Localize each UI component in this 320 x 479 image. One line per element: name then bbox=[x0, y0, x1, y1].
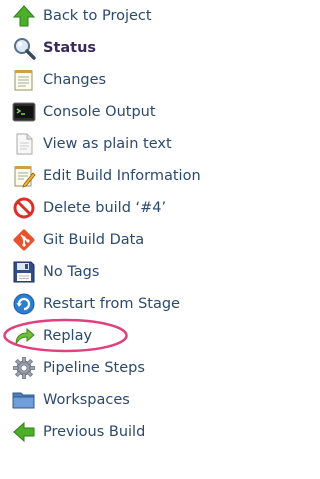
task-delete-build[interactable]: Delete build ‘#4’ bbox=[12, 193, 222, 223]
task-previous-build[interactable]: Previous Build bbox=[12, 417, 222, 447]
task-label: No Tags bbox=[43, 264, 100, 280]
task-label: Back to Project bbox=[43, 8, 152, 24]
task-label: Restart from Stage bbox=[43, 296, 180, 312]
task-label: Git Build Data bbox=[43, 232, 145, 248]
notepad-icon bbox=[12, 68, 36, 92]
task-label: Pipeline Steps bbox=[43, 360, 145, 376]
terminal-icon bbox=[12, 100, 36, 124]
task-status[interactable]: Status bbox=[12, 33, 222, 63]
task-workspaces[interactable]: Workspaces bbox=[12, 385, 222, 415]
task-edit-build-information[interactable]: Edit Build Information bbox=[12, 161, 222, 191]
task-label: Replay bbox=[43, 328, 93, 344]
task-label: Status bbox=[43, 40, 97, 56]
left-arrow-icon bbox=[12, 420, 36, 444]
task-pipeline-steps[interactable]: Pipeline Steps bbox=[12, 353, 222, 383]
restart-icon bbox=[12, 292, 36, 316]
task-back-to-project[interactable]: Back to Project bbox=[12, 1, 222, 31]
replay-arrow-icon bbox=[12, 324, 36, 348]
task-changes[interactable]: Changes bbox=[12, 65, 222, 95]
floppy-disk-icon bbox=[12, 260, 36, 284]
task-view-as-plain-text[interactable]: View as plain text bbox=[12, 129, 222, 159]
task-label: Delete build ‘#4’ bbox=[43, 200, 167, 216]
no-entry-icon bbox=[12, 196, 36, 220]
task-console-output[interactable]: Console Output bbox=[12, 97, 222, 127]
task-label: Edit Build Information bbox=[43, 168, 201, 184]
notepad-pencil-icon bbox=[12, 164, 36, 188]
up-arrow-icon bbox=[12, 4, 36, 28]
task-label: Previous Build bbox=[43, 424, 146, 440]
task-label: View as plain text bbox=[43, 136, 172, 152]
folder-icon bbox=[12, 388, 36, 412]
task-git-build-data[interactable]: Git Build Data bbox=[12, 225, 222, 255]
task-label: Console Output bbox=[43, 104, 156, 120]
magnifier-icon bbox=[12, 36, 36, 60]
task-label: Changes bbox=[43, 72, 107, 88]
task-no-tags[interactable]: No Tags bbox=[12, 257, 222, 287]
task-label: Workspaces bbox=[43, 392, 130, 408]
task-restart-from-stage[interactable]: Restart from Stage bbox=[12, 289, 222, 319]
document-icon bbox=[12, 132, 36, 156]
gear-icon bbox=[12, 356, 36, 380]
git-icon bbox=[12, 228, 36, 252]
task-replay[interactable]: Replay bbox=[12, 321, 222, 351]
